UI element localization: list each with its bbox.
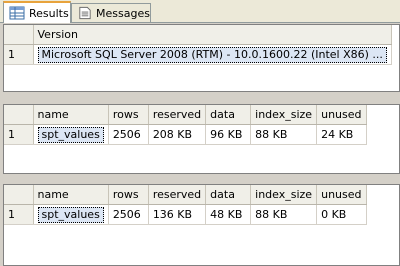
cell-unused[interactable]: 24 KB: [316, 124, 367, 145]
cell-rows[interactable]: 2506: [108, 124, 149, 145]
row-number[interactable]: 1: [4, 204, 34, 225]
table-row[interactable]: 1 spt_values 2506 136 KB 48 KB 88 KB 0 K…: [4, 204, 367, 225]
column-header-version[interactable]: Version: [33, 25, 392, 45]
tab-messages[interactable]: Messages: [71, 3, 151, 22]
row-number[interactable]: 1: [4, 124, 34, 145]
cell-reserved[interactable]: 136 KB: [148, 204, 207, 225]
cell-name[interactable]: spt_values: [33, 204, 109, 225]
cell-unused[interactable]: 0 KB: [316, 204, 367, 225]
table-row[interactable]: 1 spt_values 2506 208 KB 96 KB 88 KB 24 …: [4, 124, 367, 145]
column-header-data[interactable]: data: [205, 105, 252, 125]
result-grid-version[interactable]: Version 1 Microsoft SQL Server 2008 (RTM…: [3, 24, 400, 92]
column-header-index-size[interactable]: index_size: [250, 105, 318, 125]
table-row[interactable]: 1 Microsoft SQL Server 2008 (RTM) - 10.0…: [4, 44, 392, 65]
grid-corner[interactable]: [4, 105, 34, 125]
cell-data[interactable]: 48 KB: [205, 204, 252, 225]
column-header-data[interactable]: data: [205, 185, 252, 205]
column-header-rows[interactable]: rows: [108, 185, 149, 205]
cell-version[interactable]: Microsoft SQL Server 2008 (RTM) - 10.0.1…: [33, 44, 392, 65]
cell-version-value: Microsoft SQL Server 2008 (RTM) - 10.0.1…: [37, 46, 387, 63]
column-header-name[interactable]: name: [33, 185, 109, 205]
cell-name-value: spt_values: [37, 206, 104, 223]
cell-data[interactable]: 96 KB: [205, 124, 252, 145]
column-header-index-size[interactable]: index_size: [250, 185, 318, 205]
tab-results[interactable]: Results: [3, 1, 71, 23]
column-header-reserved[interactable]: reserved: [148, 105, 207, 125]
column-header-name[interactable]: name: [33, 105, 109, 125]
cell-rows[interactable]: 2506: [108, 204, 149, 225]
messages-icon: [79, 6, 91, 20]
column-header-unused[interactable]: unused: [316, 185, 367, 205]
grid-icon: [9, 6, 25, 20]
column-header-rows[interactable]: rows: [108, 105, 149, 125]
cell-name[interactable]: spt_values: [33, 124, 109, 145]
results-tab-bar: Results Messages: [0, 0, 400, 23]
result-grid-spaceused-1[interactable]: name rows reserved data index_size unuse…: [3, 104, 400, 174]
cell-name-value: spt_values: [37, 126, 104, 143]
column-header-unused[interactable]: unused: [316, 105, 367, 125]
cell-reserved[interactable]: 208 KB: [148, 124, 207, 145]
row-number[interactable]: 1: [4, 44, 34, 65]
column-header-reserved[interactable]: reserved: [148, 185, 207, 205]
cell-index-size[interactable]: 88 KB: [250, 124, 318, 145]
cell-index-size[interactable]: 88 KB: [250, 204, 318, 225]
tab-results-label: Results: [29, 6, 69, 20]
result-grid-spaceused-2[interactable]: name rows reserved data index_size unuse…: [3, 184, 400, 266]
grid-corner[interactable]: [4, 185, 34, 205]
grid-corner[interactable]: [4, 25, 34, 45]
tab-messages-label: Messages: [96, 6, 150, 20]
